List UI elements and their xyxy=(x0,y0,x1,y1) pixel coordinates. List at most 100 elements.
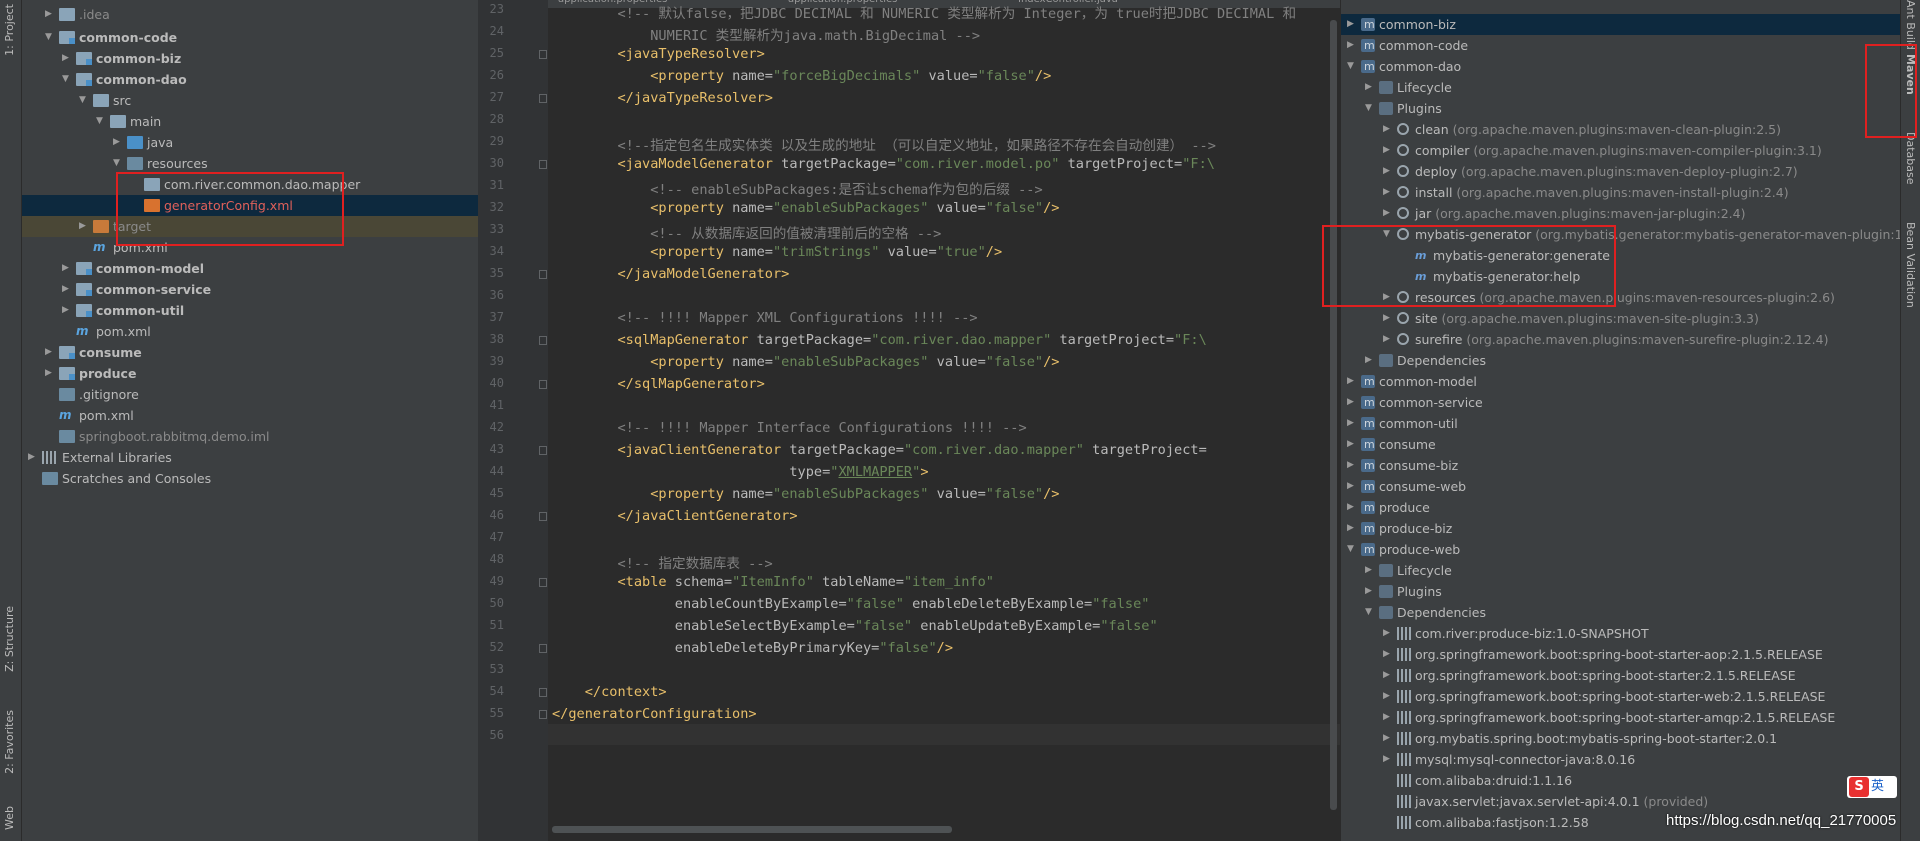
chevron-right-icon[interactable]: ▶ xyxy=(1347,392,1354,413)
chevron-right-icon[interactable]: ▶ xyxy=(28,447,38,468)
code-line[interactable]: </javaTypeResolver> xyxy=(552,90,773,106)
database-tool-tab[interactable]: Database xyxy=(1904,132,1917,185)
chevron-right-icon[interactable]: ▶ xyxy=(62,48,72,69)
code-line[interactable]: enableDeleteByPrimaryKey="false"/> xyxy=(552,640,953,656)
chevron-right-icon[interactable]: ▶ xyxy=(1347,371,1354,392)
chevron-right-icon[interactable]: ▶ xyxy=(1347,497,1354,518)
maven-tree-row[interactable]: ▶ site (org.apache.maven.plugins:maven-si… xyxy=(1341,308,1900,329)
maven-tree-row[interactable]: ▶ consume xyxy=(1341,434,1900,455)
project-tree-row[interactable]: .gitignore xyxy=(22,384,478,405)
bean-validation-tool-tab[interactable]: Bean Validation xyxy=(1904,222,1917,308)
chevron-right-icon[interactable]: ▶ xyxy=(1383,308,1390,329)
project-tree-row[interactable]: ▶ java xyxy=(22,132,478,153)
chevron-right-icon[interactable]: ▶ xyxy=(45,342,55,363)
chevron-down-icon[interactable]: ▼ xyxy=(96,111,106,132)
project-tree-row[interactable]: ▶ common-biz xyxy=(22,48,478,69)
maven-tree-row[interactable]: ▼ Dependencies xyxy=(1341,602,1900,623)
chevron-right-icon[interactable]: ▶ xyxy=(1383,203,1390,224)
fold-marker-icon[interactable] xyxy=(539,270,547,279)
project-tree-row[interactable]: m pom.xml xyxy=(22,321,478,342)
chevron-right-icon[interactable]: ▶ xyxy=(1365,560,1372,581)
code-line[interactable]: <!-- 从数据库返回的值被清理前后的空格 --> xyxy=(552,222,941,242)
maven-tree-row[interactable]: ▶ common-code xyxy=(1341,35,1900,56)
chevron-right-icon[interactable]: ▶ xyxy=(1347,35,1354,56)
maven-tree-row[interactable]: ▶ deploy (org.apache.maven.plugins:maven-… xyxy=(1341,161,1900,182)
chevron-right-icon[interactable]: ▶ xyxy=(113,132,123,153)
maven-tree-row[interactable]: javax.servlet:javax.servlet-api:4.0.1 (p… xyxy=(1341,791,1900,812)
code-line[interactable]: <!-- !!!! Mapper XML Configurations !!!!… xyxy=(552,310,977,326)
chevron-down-icon[interactable]: ▼ xyxy=(1365,602,1372,623)
maven-tree-row[interactable]: ▶ produce-biz xyxy=(1341,518,1900,539)
fold-marker-icon[interactable] xyxy=(539,688,547,697)
maven-tree-row[interactable]: ▶ Lifecycle xyxy=(1341,560,1900,581)
code-line[interactable]: <javaClientGenerator targetPackage="com.… xyxy=(552,442,1206,458)
maven-tree-row[interactable]: ▶ common-biz xyxy=(1341,14,1900,35)
chevron-right-icon[interactable]: ▶ xyxy=(1383,140,1390,161)
horizontal-scrollbar[interactable] xyxy=(552,826,952,833)
maven-tree-row[interactable]: ▶ org.springframework.boot:spring-boot-st… xyxy=(1341,665,1900,686)
fold-marker-icon[interactable] xyxy=(539,336,547,345)
chevron-down-icon[interactable]: ▼ xyxy=(62,69,72,90)
project-tree-row[interactable]: ▶ External Libraries xyxy=(22,447,478,468)
project-tree-row[interactable]: ▶ produce xyxy=(22,363,478,384)
chevron-right-icon[interactable]: ▶ xyxy=(1383,644,1390,665)
chevron-down-icon[interactable]: ▼ xyxy=(1347,539,1354,560)
fold-marker-icon[interactable] xyxy=(539,380,547,389)
chevron-right-icon[interactable]: ▶ xyxy=(1383,707,1390,728)
project-tree-row[interactable]: ▶ consume xyxy=(22,342,478,363)
maven-tree-row[interactable]: ▼ produce-web xyxy=(1341,539,1900,560)
fold-marker-icon[interactable] xyxy=(539,644,547,653)
chevron-right-icon[interactable]: ▶ xyxy=(1383,329,1390,350)
code-line[interactable]: <!-- !!!! Mapper Interface Configuration… xyxy=(552,420,1026,436)
code-line[interactable]: <javaTypeResolver> xyxy=(552,46,764,62)
project-tree-row[interactable]: ▼ common-code xyxy=(22,27,478,48)
maven-tree-row[interactable]: ▶ common-util xyxy=(1341,413,1900,434)
chevron-right-icon[interactable]: ▶ xyxy=(1383,728,1390,749)
input-method-indicator[interactable]: S英 xyxy=(1847,776,1897,798)
fold-marker-icon[interactable] xyxy=(539,578,547,587)
vertical-scrollbar[interactable] xyxy=(1330,20,1337,810)
chevron-down-icon[interactable]: ▼ xyxy=(1365,98,1372,119)
chevron-right-icon[interactable]: ▶ xyxy=(45,4,55,25)
chevron-right-icon[interactable]: ▶ xyxy=(1383,119,1390,140)
code-line[interactable]: </javaClientGenerator> xyxy=(552,508,797,524)
maven-tree-row[interactable]: ▶ compiler (org.apache.maven.plugins:mave… xyxy=(1341,140,1900,161)
fold-marker-icon[interactable] xyxy=(539,160,547,169)
chevron-right-icon[interactable]: ▶ xyxy=(1347,413,1354,434)
code-line[interactable]: NUMERIC 类型解析为java.math.BigDecimal --> xyxy=(552,24,980,44)
ant-build-tool-tab[interactable]: Ant Build xyxy=(1904,0,1917,50)
maven-tree-row[interactable]: ▶ mysql:mysql-connector-java:8.0.16 xyxy=(1341,749,1900,770)
chevron-right-icon[interactable]: ▶ xyxy=(1347,455,1354,476)
chevron-right-icon[interactable]: ▶ xyxy=(45,363,55,384)
code-line[interactable]: <property name="enableSubPackages" value… xyxy=(552,200,1059,216)
chevron-right-icon[interactable]: ▶ xyxy=(1383,749,1390,770)
chevron-right-icon[interactable]: ▶ xyxy=(1365,581,1372,602)
code-line[interactable]: <sqlMapGenerator targetPackage="com.rive… xyxy=(552,332,1206,348)
maven-tree-row[interactable]: ▶ Dependencies xyxy=(1341,350,1900,371)
code-line[interactable]: </generatorConfiguration> xyxy=(552,706,757,722)
structure-tool-tab[interactable]: Z: Structure xyxy=(3,606,16,672)
chevron-right-icon[interactable]: ▶ xyxy=(1347,434,1354,455)
maven-tree-row[interactable]: ▶ org.mybatis.spring.boot:mybatis-spring-… xyxy=(1341,728,1900,749)
maven-tree-row[interactable]: ▶ org.springframework.boot:spring-boot-st… xyxy=(1341,644,1900,665)
maven-tree-row[interactable]: ▶ surefire (org.apache.maven.plugins:mave… xyxy=(1341,329,1900,350)
project-tree-row[interactable]: ▼ main xyxy=(22,111,478,132)
code-line[interactable]: </context> xyxy=(552,684,667,700)
chevron-right-icon[interactable]: ▶ xyxy=(1347,476,1354,497)
fold-marker-icon[interactable] xyxy=(539,50,547,59)
maven-tree-row[interactable]: ▶ Plugins xyxy=(1341,581,1900,602)
project-tree-row[interactable]: ▼ src xyxy=(22,90,478,111)
code-line[interactable]: <property name="enableSubPackages" value… xyxy=(552,354,1059,370)
code-line[interactable]: <property name="trimStrings" value="true… xyxy=(552,244,1002,260)
maven-tree-row[interactable]: ▶ com.river:produce-biz:1.0-SNAPSHOT xyxy=(1341,623,1900,644)
project-tree-row[interactable]: m pom.xml xyxy=(22,405,478,426)
code-line[interactable]: <!-- 指定数据库表 --> xyxy=(552,552,772,572)
project-tool-tab[interactable]: 1: Project xyxy=(3,4,16,56)
code-line[interactable]: <!-- enableSubPackages:是否让schema作为包的后缀 -… xyxy=(552,178,1042,198)
project-tree-row[interactable]: springboot.rabbitmq.demo.iml xyxy=(22,426,478,447)
chevron-right-icon[interactable]: ▶ xyxy=(62,258,72,279)
chevron-right-icon[interactable]: ▶ xyxy=(1383,161,1390,182)
chevron-right-icon[interactable]: ▶ xyxy=(1383,623,1390,644)
maven-tree-row[interactable]: ▶ common-model xyxy=(1341,371,1900,392)
maven-tree-row[interactable]: ▶ Lifecycle xyxy=(1341,77,1900,98)
